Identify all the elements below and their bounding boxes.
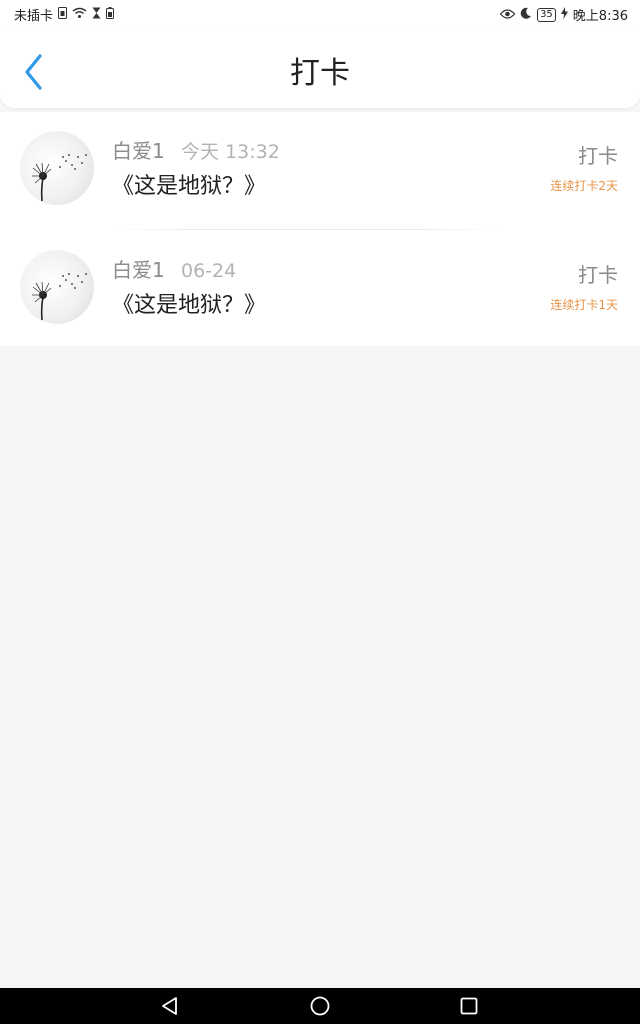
status-bar: 未插卡 35 晚上8:36 [0, 0, 640, 28]
checkin-button[interactable]: 打卡 [578, 263, 618, 287]
nav-recents-button[interactable] [457, 994, 481, 1018]
avatar[interactable] [20, 250, 94, 324]
battery-level: 35 [537, 7, 556, 22]
eye-icon [499, 7, 516, 23]
list-item[interactable]: 白爱1 06-24 《这是地狱？》 打卡 连续打卡1天 [0, 230, 640, 346]
battery-saver-icon [106, 6, 115, 23]
square-recents-icon [460, 997, 478, 1015]
dandelion-image [32, 273, 87, 321]
post-time: 06-24 [181, 260, 237, 282]
status-left: 未插卡 [14, 5, 115, 24]
sim-icon [58, 6, 68, 23]
app-header: 打卡 [0, 28, 640, 108]
user-name: 白爱1 [112, 258, 165, 282]
clock: 晚上8:36 [572, 9, 628, 24]
avatar[interactable] [20, 131, 94, 205]
triangle-back-icon [162, 997, 177, 1015]
checkin-button[interactable]: 打卡 [578, 144, 618, 168]
user-name: 白爱1 [112, 139, 165, 163]
wifi-icon [72, 7, 87, 23]
checkin-page: 未插卡 35 晚上8:36 打卡 白爱1 今天 13:32 《这是地狱？》 打卡… [0, 0, 640, 1024]
nav-home-button[interactable] [308, 994, 332, 1018]
post-title: 《这是地狱？》 [112, 293, 267, 318]
streak-label: 连续打卡2天 [550, 179, 618, 193]
post-title: 《这是地狱？》 [112, 174, 267, 199]
status-right: 35 晚上8:36 [499, 5, 628, 24]
carrier-label: 未插卡 [14, 9, 54, 24]
circle-home-icon [310, 996, 330, 1016]
post-time: 今天 13:32 [181, 141, 280, 163]
page-title: 打卡 [290, 56, 350, 91]
checkin-list: 白爱1 今天 13:32 《这是地狱？》 打卡 连续打卡2天 白爱1 06-24… [0, 112, 640, 346]
moon-icon [520, 7, 532, 23]
streak-label: 连续打卡1天 [550, 298, 618, 312]
nav-back-button[interactable] [158, 994, 182, 1018]
dandelion-image [32, 154, 87, 202]
charging-icon [560, 6, 568, 23]
system-nav-bar [0, 988, 640, 1024]
list-item[interactable]: 白爱1 今天 13:32 《这是地狱？》 打卡 连续打卡2天 [0, 112, 640, 230]
hourglass-icon [92, 7, 101, 23]
